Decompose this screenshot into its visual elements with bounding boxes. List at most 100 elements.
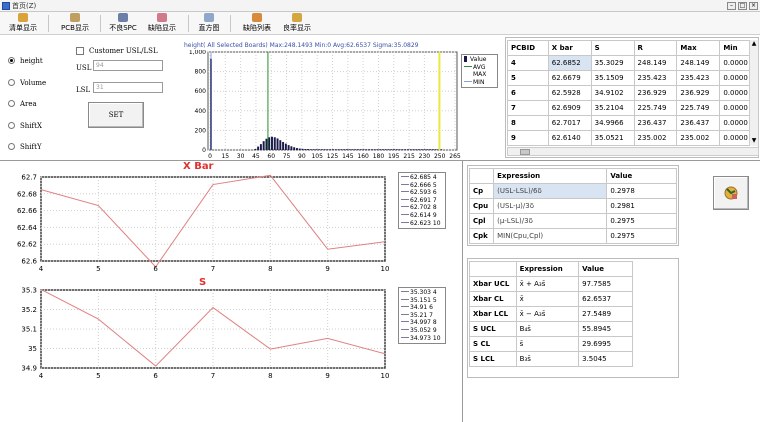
cp-table-header-cell [468,168,495,184]
pcb-table-cell: 34.9966 [590,115,635,131]
s-y-tick-label: 35.3 [21,287,37,295]
s-legend-item: 34.91 6 [401,304,443,312]
xbar-x-tick-label: 8 [268,265,272,273]
radio-height[interactable]: height [8,57,43,65]
legend-line-swatch [401,206,409,208]
histogram-title: height( All Selected Boards) Max:248.149… [184,42,419,49]
s-legend-label: 35.303 4 [410,289,437,296]
pcb-table-row[interactable]: 7 62.6909 35.2104 225.749 225.749 0.0000 [507,100,759,116]
xbar-y-ticks: 62.7 62.68 62.66 62.64 62.62 62.6 [17,174,38,266]
toolbar-defect-spc-button[interactable]: 不良SPC [106,13,140,34]
pcb-table-row[interactable]: 6 62.5928 34.9102 236.929 236.929 0.0000 [507,85,759,101]
histogram-bar [312,149,315,150]
histogram-bar [301,148,304,150]
xbar-legend-label: 62.666 5 [410,181,437,189]
s-legend-label: 34.91 6 [410,304,433,312]
radio-shiftx[interactable]: ShiftX [8,122,42,130]
legend-line-swatch [401,306,409,308]
histogram-bar [340,149,343,150]
toolbar-defect-view-label: 缺陷显示 [148,24,176,32]
toolbar-list-view-label: 清单显示 [9,24,37,32]
toolbar-histogram-button[interactable]: 直方图 [194,13,224,34]
histogram-bar [351,149,354,150]
histogram-bar [295,148,298,150]
histogram-bar [390,149,393,150]
ucl-table-header-cell [469,261,517,277]
histogram-legend-item: Value [464,56,495,64]
radio-area[interactable]: Area [8,100,37,108]
histogram-bar [290,146,293,150]
histogram-bar [282,141,285,150]
histogram-bar [370,149,373,150]
histogram-bar [362,149,365,150]
toolbar-separator [100,15,101,32]
xbar-y-tick-label: 62.68 [17,190,37,198]
s-y-tick-label: 35.1 [21,326,37,334]
maximize-button[interactable]: □ [738,2,747,10]
histogram-bar [262,141,265,150]
histogram-bar [323,149,326,150]
xbar-legend-label: 62.614 9 [410,211,437,219]
scroll-down-icon[interactable]: ▼ [750,137,758,145]
xbar-legend-label: 62.623 10 [410,219,441,227]
histogram-bar [293,147,296,150]
xbar-legend-label: 62.702 8 [410,204,437,212]
histogram-icon [204,13,214,22]
histogram-bar [271,136,273,150]
usl-label: USL [76,64,92,72]
close-button[interactable]: × [749,2,758,10]
pcb-table-cell: 4 [507,55,549,71]
toolbar-defect-list-button[interactable]: 缺陷列表 [238,13,276,34]
scroll-up-icon[interactable]: ▲ [750,40,758,48]
histogram-x-tick-label: 30 [237,153,245,160]
toolbar-pcb-view-button[interactable]: PCB显示 [56,13,94,34]
pcb-table-header-cell: R [633,40,678,56]
histogram-bar [398,149,401,150]
pcb-table-horizontal-scrollbar[interactable] [507,147,759,156]
pcb-table-cell: 235.002 [676,130,721,146]
lsl-input[interactable]: 31 [93,82,163,93]
histogram-legend-label: Value [470,56,487,63]
cp-table-cell: 0.2978 [606,183,677,199]
legend-line-swatch [401,328,409,330]
histogram-bar [337,149,340,150]
xbar-x-tick-label: 9 [325,265,329,273]
ucl-table-cell: x̄ + A₃s̄ [515,276,580,292]
minimize-button[interactable]: – [727,2,736,10]
pcb-table-row[interactable]: 8 62.7017 34.9966 236.437 236.437 0.0000 [507,115,759,131]
histogram-bar [384,149,387,150]
histogram-bar [415,149,418,150]
s-x-tick-label: 9 [325,372,329,380]
histogram-x-tick-label: 0 [208,153,212,160]
set-button[interactable]: SET [88,102,144,128]
pcb-table-cell: 248.149 [676,55,721,71]
pcb-table-row[interactable]: 4 62.6852 35.3029 248.149 248.149 0.0000 [507,55,759,71]
s-chart: 35.3 35.2 35.1 35 34.9 4 5 6 7 8 9 10 [21,287,389,381]
radio-shifty-label: ShiftY [20,143,42,151]
pcb-table-vertical-scrollbar[interactable]: ▲ ▼ [749,40,758,146]
defect-list-icon [252,13,262,22]
radio-volume[interactable]: Volume [8,79,46,87]
histogram-legend-label: AVG [473,63,486,71]
pcb-table-row[interactable]: 9 62.6140 35.0521 235.002 235.002 0.0000 [507,130,759,146]
s-x-tick-label: 5 [96,372,100,380]
toolbar-yield-view-button[interactable]: 良率显示 [278,13,316,34]
legend-max-swatch [464,73,472,75]
radio-shifty[interactable]: ShiftY [8,143,42,151]
s-legend-label: 35.052 9 [410,326,437,334]
usl-input[interactable]: 94 [93,60,163,71]
toolbar-list-view-button[interactable]: 清单显示 [4,13,42,34]
pcb-table-cell: 225.749 [633,100,678,116]
toolbar-defect-view-button[interactable]: 缺陷显示 [142,13,182,34]
histogram-bar [273,137,276,150]
s-legend-item: 35.151 5 [401,297,443,305]
histogram-bar [381,149,384,150]
legend-line-swatch [401,198,409,200]
refresh-button[interactable] [713,176,749,210]
pcb-table-cell: 62.6852 [547,55,592,71]
pcb-table-row[interactable]: 5 62.6679 35.1509 235.423 235.423 0.0000 [507,70,759,86]
scrollbar-thumb[interactable] [520,149,530,155]
histogram-bar [287,145,290,150]
s-legend-item: 35.303 4 [401,289,443,297]
customer-usl-lsl-checkbox[interactable] [76,47,84,55]
